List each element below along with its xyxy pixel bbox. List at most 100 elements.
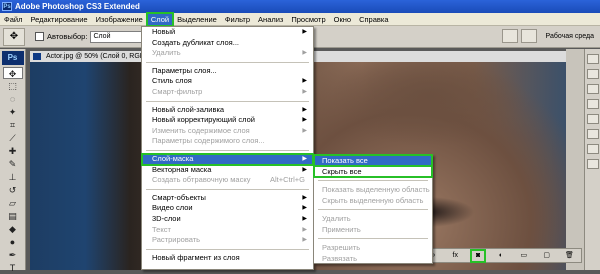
submenu-arrow-icon: ▶ [302,166,307,173]
dodge-tool-icon[interactable]: ● [3,236,23,248]
submenu-arrow-icon: ▶ [302,215,307,222]
panel-button-4[interactable] [586,99,599,109]
layer-menu-item[interactable]: 3D-слои ▶ [142,214,313,225]
menu-item-2[interactable]: Изображение [92,13,147,26]
layer-menu-item[interactable]: Новый ▶ [142,27,313,38]
layer-menu-item-label: Создать обтравочную маску [152,175,251,185]
move-tool-preset-icon[interactable]: ✥ [3,27,25,46]
layer-menu-item-label: Новый слой-заливка [152,104,225,114]
mask-submenu-item: Развязать [322,254,358,263]
submenu-arrow-icon: ▶ [302,155,307,162]
layer-menu-item[interactable]: Стиль слоя ▶ [142,76,313,87]
document-icon [33,53,41,60]
layer-menu-item: Создать обтравочную маску Alt+Ctrl+G [142,175,313,186]
marquee-tool-icon[interactable]: ⬚ [3,80,23,92]
workspace-menu[interactable]: Рабочая среда [546,33,594,40]
submenu-arrow-icon: ▶ [302,106,307,113]
layer-menu-item[interactable]: Векторная маска ▶ [142,165,313,176]
menu-bar: Файл Редактирование Изображение Слой Выделен… [0,11,600,27]
layer-menu-item: Смарт-фильтр ▶ [142,87,313,98]
photoshop-logo: Ps [1,51,24,65]
eraser-tool-icon[interactable]: ▱ [3,197,23,209]
crop-tool-icon[interactable]: ⌗ [3,119,23,131]
group-icon[interactable]: ▭ [518,251,530,261]
submenu-arrow-icon: ▶ [302,50,307,57]
slice-tool-icon[interactable]: ⟋ [3,132,23,144]
layer-menu-item[interactable]: Видео слои ▶ [142,203,313,214]
panel-button-5[interactable] [586,114,599,124]
panel-button-2[interactable] [586,69,599,79]
lasso-tool-icon[interactable]: ◌ [3,93,23,105]
mask-submenu-item: Удалить [322,214,351,223]
add-mask-icon[interactable]: ◙ [470,248,487,263]
menu-item-8[interactable]: Окно [330,13,355,26]
layer-menu-item-label: Изменить содержимое слоя [152,125,250,135]
mask-submenu-item[interactable]: Показать все [313,154,433,167]
layer-menu-item-label: Создать дубликат слоя... [152,37,239,47]
tools-panel: Ps ✥ ⬚ ◌ ✦ ⌗ ⟋ ✚ ✎ ⊥ ↺ ▱ ▤ ◆ ● ✒ T [0,49,26,273]
new-layer-icon[interactable]: ▢ [541,251,553,261]
menu-item-7[interactable]: Просмотр [287,13,329,26]
menu-item-0[interactable]: Файл [0,13,26,26]
layer-menu-item-label: Смарт-фильтр [152,86,203,96]
type-tool-icon[interactable]: T [3,262,23,274]
fx-icon[interactable]: fx [449,251,461,261]
layer-mask-submenu: Показать все Скрыть все Показать выделенну… [313,154,433,264]
trash-icon[interactable]: 🗑 [563,251,575,261]
autoselect-checkbox[interactable] [35,32,44,41]
autoselect-label: Автовыбор: [47,32,88,41]
history-brush-icon[interactable]: ↺ [3,184,23,196]
layer-menu-item[interactable]: Смарт-объекты ▶ [142,193,313,204]
layer-menu-item[interactable]: Слой-маска ▶ [141,152,314,166]
panel-button-1[interactable] [586,54,599,64]
adjustment-layer-icon[interactable]: ◐ [495,251,507,261]
menu-item-1[interactable]: Редактирование [26,13,91,26]
panel-button-7[interactable] [586,144,599,154]
submenu-arrow-icon: ▶ [302,237,307,244]
menu-separator [146,61,309,63]
mask-submenu-item: Применить [322,225,361,234]
layer-menu-item-label: Параметры слоя... [152,65,217,75]
menu-separator [318,238,428,239]
submenu-arrow-icon: ▶ [302,78,307,85]
layer-menu-item-label: Векторная маска [152,164,212,174]
menu-item-6[interactable]: Анализ [254,13,287,26]
autoselect-dropdown[interactable]: Слой [90,30,149,43]
workspace-area: Рабочая среда [501,29,594,43]
panel-button-8[interactable] [586,159,599,169]
document-title: Actor.jpg @ 50% (Слой 0, RGB [46,53,145,60]
photoshop-app-icon: Ps [2,2,12,11]
submenu-arrow-icon: ▶ [302,226,307,233]
layer-menu-item-label: Слой-маска [152,153,194,163]
brush-tool-icon[interactable]: ✎ [3,158,23,170]
distribute-button[interactable] [520,29,537,43]
layer-menu-item[interactable]: Создать дубликат слоя... [142,38,313,49]
pen-tool-icon[interactable]: ✒ [3,249,23,261]
layer-menu: Новый ▶ Создать дубликат слоя... Удалить ▶ Па… [141,26,314,270]
layer-menu-item[interactable]: Новый слой-заливка ▶ [142,105,313,116]
menu-item-3[interactable]: Слой [145,11,175,27]
menu-item-5[interactable]: Фильтр [221,13,254,26]
layer-menu-item[interactable]: Параметры слоя... [142,66,313,77]
layer-menu-item[interactable]: Новый корректирующий слой ▶ [142,115,313,126]
panel-button-3[interactable] [586,84,599,94]
palette-dock [566,49,584,270]
layer-menu-item: Удалить ▶ [142,48,313,59]
layer-menu-item-label: 3D-слои [152,213,181,223]
align-button[interactable] [501,29,518,43]
panel-button-6[interactable] [586,129,599,139]
healing-brush-icon[interactable]: ✚ [3,145,23,157]
layer-menu-item[interactable]: Новый фрагмент из слоя [142,253,313,264]
gradient-tool-icon[interactable]: ▤ [3,210,23,222]
stamp-tool-icon[interactable]: ⊥ [3,171,23,183]
menu-item-4[interactable]: Выделение [173,13,221,26]
mask-submenu-item[interactable]: Скрыть все [313,165,433,178]
layer-menu-item-label: Текст [152,224,171,234]
mask-submenu-item: Показать выделенную область [322,185,430,194]
magic-wand-icon[interactable]: ✦ [3,106,23,118]
blur-tool-icon[interactable]: ◆ [3,223,23,235]
move-tool-icon[interactable]: ✥ [2,67,23,79]
submenu-arrow-icon: ▶ [302,29,307,35]
submenu-arrow-icon: ▶ [302,117,307,124]
menu-item-9[interactable]: Справка [355,13,392,26]
